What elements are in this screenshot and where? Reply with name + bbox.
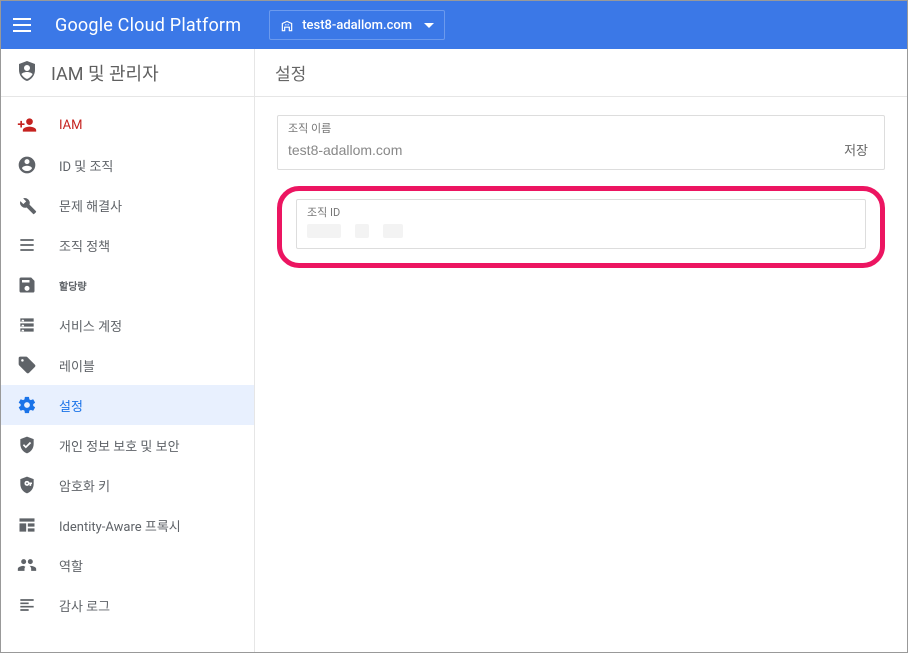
org-id-label: 조직 ID [307, 204, 855, 220]
sidebar-item-crypto-keys[interactable]: 암호화 키 [1, 465, 254, 505]
project-selector[interactable]: test8-adallom.com [269, 10, 445, 40]
sidebar-item-privacy-security[interactable]: 개인 정보 보호 및 보안 [1, 425, 254, 465]
account-circle-icon [17, 155, 37, 175]
org-name-label: 조직 이름 [288, 120, 826, 136]
sidebar-item-label: 할당량 [59, 278, 87, 293]
sidebar-item-label: ID 및 조직 [59, 156, 113, 175]
sidebar-item-quotas[interactable]: 할당량 [1, 265, 254, 305]
sidebar-item-label: 역할 [59, 556, 83, 575]
project-name: test8-adallom.com [302, 18, 412, 33]
sidebar-item-identity-org[interactable]: ID 및 조직 [1, 145, 254, 185]
sidebar-item-label: 개인 정보 보호 및 보안 [59, 436, 180, 455]
subheader-right: 설정 [255, 49, 907, 96]
page-title: 설정 [275, 60, 306, 85]
org-id-value-redacted [307, 224, 855, 238]
person-add-icon [17, 115, 37, 135]
chevron-down-icon [424, 23, 434, 28]
sidebar-item-label: IAM [59, 118, 82, 133]
sidebar-item-label: 문제 해결사 [59, 196, 122, 215]
iam-admin-icon [15, 59, 39, 87]
sidebar-item-label: 암호화 키 [59, 476, 110, 495]
topbar: Google Cloud Platform test8-adallom.com [1, 1, 907, 49]
sidebar-item-labels[interactable]: 레이블 [1, 345, 254, 385]
sidebar-item-label: 레이블 [59, 356, 95, 375]
subheader: IAM 및 관리자 설정 [1, 49, 907, 97]
subheader-left: IAM 및 관리자 [1, 49, 255, 96]
org-name-field: 조직 이름 [288, 120, 826, 159]
sidebar-item-roles[interactable]: 역할 [1, 545, 254, 585]
save-icon [17, 275, 37, 295]
shield-check-icon [17, 435, 37, 455]
service-account-icon [17, 315, 37, 335]
sidebar-item-label: 설정 [59, 396, 83, 415]
organization-icon [280, 18, 294, 32]
sidebar-item-iap[interactable]: Identity-Aware 프록시 [1, 505, 254, 545]
sidebar-item-label: 감사 로그 [59, 596, 110, 615]
org-id-row: 조직 ID [296, 199, 866, 249]
sidebar-item-label: 서비스 계정 [59, 316, 122, 335]
audit-log-icon [17, 595, 37, 615]
app-frame: Google Cloud Platform test8-adallom.com … [0, 0, 908, 653]
sidebar-item-org-policies[interactable]: 조직 정책 [1, 225, 254, 265]
label-icon [17, 355, 37, 375]
org-id-highlight: 조직 ID [277, 186, 885, 268]
main-panel: 조직 이름 저장 조직 ID [255, 97, 907, 652]
sidebar-item-settings[interactable]: 설정 [1, 385, 254, 425]
sidebar-item-service-accounts[interactable]: 서비스 계정 [1, 305, 254, 345]
brand-title: Google Cloud Platform [55, 15, 241, 36]
sidebar-item-troubleshooter[interactable]: 문제 해결사 [1, 185, 254, 225]
sidebar-item-label: Identity-Aware 프록시 [59, 516, 181, 535]
sidebar-item-iam[interactable]: IAM [1, 105, 254, 145]
org-name-input[interactable] [288, 142, 826, 158]
sidebar: IAM ID 및 조직 문제 해결사 조직 정책 할당량 서비스 계정 [1, 97, 255, 652]
shield-key-icon [17, 475, 37, 495]
org-name-row: 조직 이름 저장 [277, 115, 885, 170]
list-icon [17, 235, 37, 255]
roles-icon [17, 555, 37, 575]
sidebar-item-audit-logs[interactable]: 감사 로그 [1, 585, 254, 625]
save-button[interactable]: 저장 [838, 136, 874, 159]
wrench-icon [17, 195, 37, 215]
menu-button[interactable] [13, 13, 37, 37]
gear-icon [17, 395, 37, 415]
content-row: IAM ID 및 조직 문제 해결사 조직 정책 할당량 서비스 계정 [1, 97, 907, 652]
iap-icon [17, 515, 37, 535]
section-title: IAM 및 관리자 [51, 60, 159, 86]
sidebar-item-label: 조직 정책 [59, 236, 110, 255]
